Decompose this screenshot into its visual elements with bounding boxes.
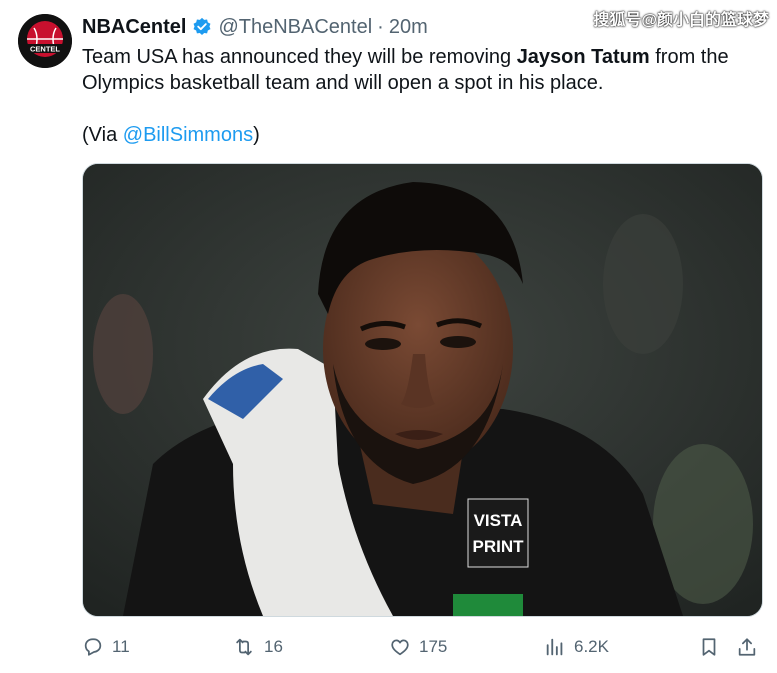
text-segment: ) xyxy=(253,124,260,146)
share-icon xyxy=(736,636,758,658)
text-bold-name: Jayson Tatum xyxy=(516,46,650,68)
action-bar: 11 16 175 6.2K xyxy=(82,630,762,664)
views-count: 6.2K xyxy=(574,637,609,656)
tweet-paragraph-2: (Via @BillSimmons) xyxy=(82,122,762,148)
text-segment: Team USA has announced they will be remo… xyxy=(82,46,517,68)
reply-count: 11 xyxy=(112,637,130,656)
reply-icon xyxy=(82,636,104,658)
avatar-label: CENTEL xyxy=(30,45,60,54)
share-button[interactable] xyxy=(736,630,758,664)
tweet-time[interactable]: 20m xyxy=(389,16,428,39)
retweet-count: 16 xyxy=(264,637,283,656)
tweet-text: Team USA has announced they will be remo… xyxy=(82,44,762,148)
views-icon xyxy=(544,636,566,658)
avatar[interactable]: CENTEL xyxy=(18,14,72,68)
text-segment: (Via xyxy=(82,124,123,146)
author-handle[interactable]: @TheNBACentel xyxy=(218,16,372,39)
retweet-icon xyxy=(232,636,256,658)
bookmark-icon xyxy=(698,636,720,658)
reply-button[interactable]: 11 xyxy=(82,630,130,664)
tweet-header: NBACentel @TheNBACentel · 20m xyxy=(82,14,428,40)
verified-badge-icon xyxy=(192,17,212,37)
tweet-image[interactable]: VISTA PRINT xyxy=(82,163,763,617)
retweet-button[interactable]: 16 xyxy=(232,630,283,664)
like-count: 175 xyxy=(419,637,448,656)
separator-dot: · xyxy=(377,15,384,38)
like-icon xyxy=(389,636,411,658)
author-name[interactable]: NBACentel xyxy=(82,16,186,39)
views-button[interactable]: 6.2K xyxy=(544,630,609,664)
jersey-text-2: PRINT xyxy=(473,537,525,556)
mention-link[interactable]: @BillSimmons xyxy=(123,124,253,146)
tweet-paragraph-1: Team USA has announced they will be remo… xyxy=(82,44,762,96)
watermark: 搜狐号@颜小白的篮球梦 xyxy=(593,12,769,29)
like-button[interactable]: 175 xyxy=(389,630,447,664)
bookmark-button[interactable] xyxy=(698,630,720,664)
jersey-text-1: VISTA xyxy=(474,511,523,530)
